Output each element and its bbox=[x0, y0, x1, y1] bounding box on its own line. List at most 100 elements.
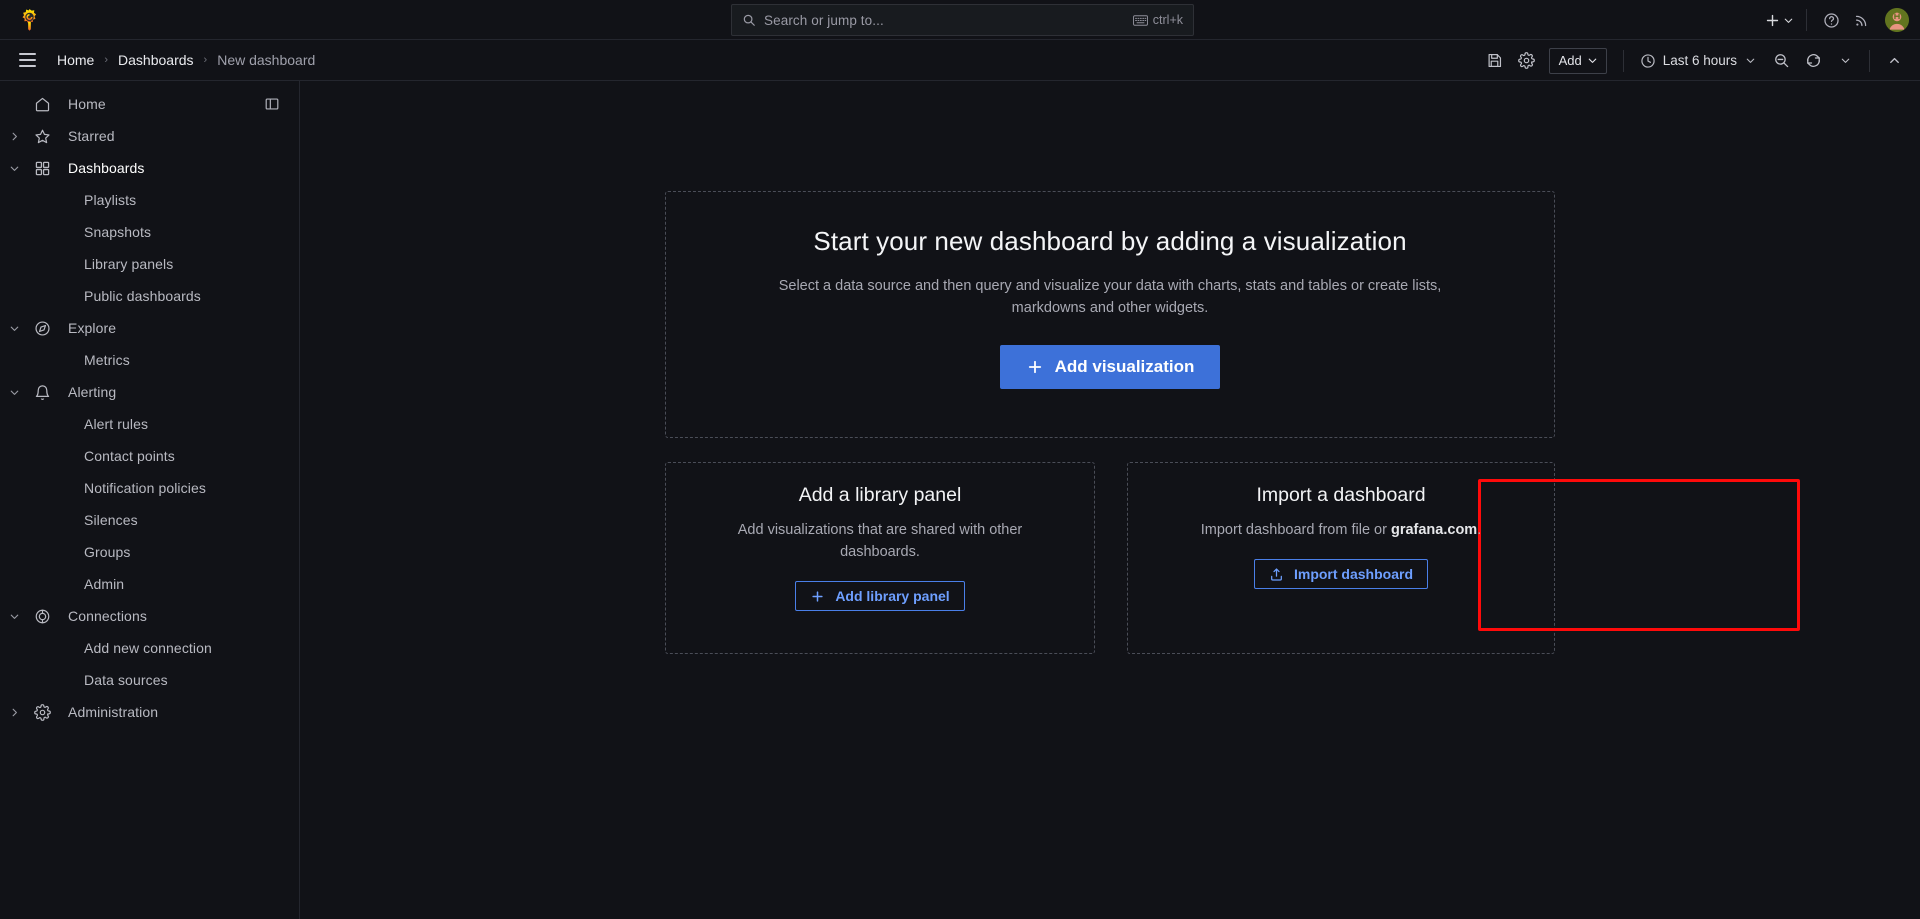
top-bar: Search or jump to... ctrl+k bbox=[0, 0, 1920, 40]
hamburger-menu-icon[interactable] bbox=[11, 44, 43, 76]
sidebar-item-starred[interactable]: Starred bbox=[0, 120, 291, 152]
upload-icon bbox=[1269, 567, 1284, 582]
gear-icon[interactable] bbox=[1511, 46, 1543, 76]
save-floppy-icon[interactable] bbox=[1479, 46, 1511, 76]
star-icon bbox=[28, 128, 56, 145]
topbar-divider bbox=[1806, 9, 1807, 31]
plus-icon bbox=[1764, 12, 1781, 29]
chevron-down-icon[interactable] bbox=[0, 376, 28, 408]
dashboard-toolbar: Add Last 6 hours bbox=[1479, 40, 1910, 81]
add-visualization-button[interactable]: Add visualization bbox=[1000, 345, 1221, 389]
sidebar-item-explore[interactable]: Explore bbox=[0, 312, 291, 344]
sidebar-item-public-dashboards[interactable]: Public dashboards bbox=[0, 280, 291, 312]
sidebar-item-label: Groups bbox=[56, 544, 131, 560]
sidebar-item-label: Starred bbox=[56, 128, 115, 144]
dashboard-empty-state: Start your new dashboard by adding a vis… bbox=[301, 81, 1920, 919]
refresh-icon[interactable] bbox=[1797, 46, 1829, 76]
clock-icon bbox=[1640, 53, 1656, 69]
sidebar-item-library-panels[interactable]: Library panels bbox=[0, 248, 291, 280]
import-dashboard-title: Import a dashboard bbox=[1256, 484, 1425, 507]
sidebar-item-dashboards[interactable]: Dashboards bbox=[0, 152, 291, 184]
breadcrumb: Home › Dashboards › New dashboard bbox=[53, 50, 319, 70]
breadcrumb-separator: › bbox=[204, 54, 208, 66]
add-library-panel-card-content: Add a library panel Add visualizations t… bbox=[666, 463, 1094, 653]
sidebar-items-list: Home Starred DashboardsPlaylistsSnapshots L… bbox=[0, 88, 299, 728]
sidebar-item-label: Alert rules bbox=[56, 416, 148, 432]
user-avatar[interactable] bbox=[1885, 8, 1909, 32]
chevron-down-icon bbox=[1782, 14, 1795, 27]
sidebar-item-label: Connections bbox=[56, 608, 147, 624]
gear-icon bbox=[28, 704, 56, 721]
add-visualization-card: Start your new dashboard by adding a vis… bbox=[665, 191, 1555, 438]
keyboard-icon bbox=[1133, 15, 1148, 26]
sidebar-item-alert-rules[interactable]: Alert rules bbox=[0, 408, 291, 440]
plus-icon bbox=[810, 589, 825, 604]
sidebar-navigation: Home Starred DashboardsPlaylistsSnapshots L… bbox=[0, 81, 300, 919]
home-icon bbox=[28, 96, 56, 113]
sidebar-item-label: Alerting bbox=[56, 384, 116, 400]
new-menu-button[interactable] bbox=[1760, 5, 1797, 35]
add-library-panel-button-label: Add library panel bbox=[835, 588, 949, 604]
add-visualization-button-label: Add visualization bbox=[1055, 357, 1195, 377]
import-dashboard-card: Import a dashboard Import dashboard from… bbox=[1127, 462, 1555, 654]
sidebar-item-groups[interactable]: Groups bbox=[0, 536, 291, 568]
refresh-interval-dropdown[interactable] bbox=[1829, 46, 1861, 76]
sidebar-item-connections[interactable]: Connections bbox=[0, 600, 291, 632]
sidebar-item-label: Data sources bbox=[56, 672, 168, 688]
add-panel-label: Add bbox=[1559, 53, 1582, 68]
sidebar-item-playlists[interactable]: Playlists bbox=[0, 184, 291, 216]
chevron-down-icon[interactable] bbox=[0, 600, 28, 632]
add-panel-dropdown[interactable]: Add bbox=[1549, 48, 1607, 74]
grafana-com-link[interactable]: grafana.com bbox=[1391, 522, 1477, 538]
connections-icon bbox=[28, 608, 56, 625]
sidebar-item-data-sources[interactable]: Data sources bbox=[0, 664, 291, 696]
sidebar-item-admin[interactable]: Admin bbox=[0, 568, 291, 600]
toolbar-divider bbox=[1623, 50, 1624, 72]
search-input[interactable]: Search or jump to... ctrl+k bbox=[731, 4, 1194, 36]
sidebar-item-silences[interactable]: Silences bbox=[0, 504, 291, 536]
sidebar-item-label: Notification policies bbox=[56, 480, 206, 496]
chevron-down-icon bbox=[1839, 54, 1852, 67]
add-library-panel-description: Add visualizations that are shared with … bbox=[714, 519, 1046, 563]
rss-feed-icon[interactable] bbox=[1846, 5, 1876, 35]
topbar-actions bbox=[1760, 0, 1912, 40]
add-library-panel-card: Add a library panel Add visualizations t… bbox=[665, 462, 1095, 654]
import-dashboard-button-label: Import dashboard bbox=[1294, 566, 1413, 582]
time-range-label: Last 6 hours bbox=[1663, 53, 1737, 68]
breadcrumb-item-current: New dashboard bbox=[213, 50, 319, 70]
search-shortcut-hint: ctrl+k bbox=[1133, 13, 1183, 27]
sidebar-item-notification-policies[interactable]: Notification policies bbox=[0, 472, 291, 504]
zoom-out-icon[interactable] bbox=[1765, 46, 1797, 76]
sidebar-item-alerting[interactable]: Alerting bbox=[0, 376, 291, 408]
time-range-picker[interactable]: Last 6 hours bbox=[1632, 46, 1765, 76]
add-library-panel-title: Add a library panel bbox=[799, 484, 962, 507]
sidebar-item-label: Metrics bbox=[56, 352, 130, 368]
breadcrumb-item-home[interactable]: Home bbox=[53, 50, 98, 70]
sidebar-item-snapshots[interactable]: Snapshots bbox=[0, 216, 291, 248]
toolbar-divider bbox=[1869, 50, 1870, 72]
sidebar-item-label: Library panels bbox=[56, 256, 173, 272]
chevron-right-icon[interactable] bbox=[0, 120, 28, 152]
sidebar-item-home[interactable]: Home bbox=[0, 88, 291, 120]
sidebar-item-label: Silences bbox=[56, 512, 138, 528]
chevron-down-icon[interactable] bbox=[0, 152, 28, 184]
breadcrumb-separator: › bbox=[104, 54, 108, 66]
chevron-down-icon bbox=[1744, 54, 1757, 67]
sidebar-item-administration[interactable]: Administration bbox=[0, 696, 291, 728]
import-dashboard-button[interactable]: Import dashboard bbox=[1254, 559, 1428, 589]
add-library-panel-button[interactable]: Add library panel bbox=[795, 581, 964, 611]
sidebar-item-contact-points[interactable]: Contact points bbox=[0, 440, 291, 472]
chevron-up-icon[interactable] bbox=[1878, 46, 1910, 76]
chevron-down-icon[interactable] bbox=[0, 312, 28, 344]
sidebar-item-add-new-connection[interactable]: Add new connection bbox=[0, 632, 291, 664]
breadcrumb-item-dashboards[interactable]: Dashboards bbox=[114, 50, 198, 70]
sidebar-item-label: Contact points bbox=[56, 448, 175, 464]
help-circle-icon[interactable] bbox=[1816, 5, 1846, 35]
import-dashboard-description: Import dashboard from file or grafana.co… bbox=[1175, 519, 1507, 541]
sidebar-item-label: Home bbox=[56, 96, 106, 112]
apps-grid-icon bbox=[28, 160, 56, 177]
chevron-right-icon[interactable] bbox=[0, 696, 28, 728]
grafana-logo-icon[interactable] bbox=[0, 0, 59, 40]
sidebar-item-metrics[interactable]: Metrics bbox=[0, 344, 291, 376]
dashboard-nav-bar: Home › Dashboards › New dashboard Add bbox=[0, 40, 1920, 81]
